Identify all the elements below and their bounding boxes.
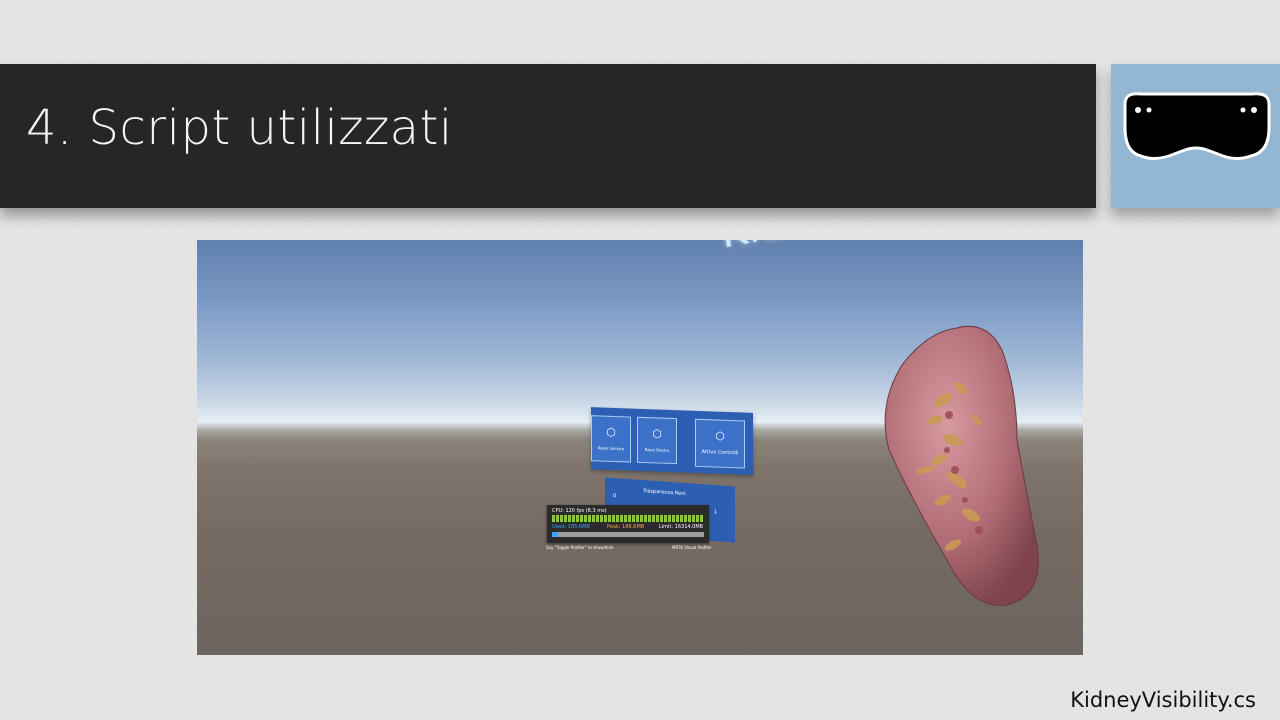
logo-box xyxy=(1111,64,1280,208)
hololens-headset-icon xyxy=(1123,92,1271,160)
right-kidney-button[interactable]: ⬡ Rene Destro xyxy=(637,416,677,465)
slider-min-label: 0 xyxy=(613,493,617,500)
cube-icon: ⬡ xyxy=(606,425,616,440)
kidney-model xyxy=(884,325,1039,606)
visual-profiler: CPU: 120 fps (8.3 ms) Used: 185.6MB Peak… xyxy=(547,505,709,543)
profiler-name: MRTK Visual Profiler xyxy=(672,545,712,550)
cube-icon: ⬡ xyxy=(715,429,725,443)
frame-meter xyxy=(552,515,704,522)
memory-bar xyxy=(552,532,704,537)
kidney-menu-panel: ⬡ Rene Sinistro ⬡ Rene Destro ⬡ Attiva C… xyxy=(591,407,753,475)
toggle-controls-button[interactable]: ⬡ Attiva Controlli xyxy=(695,418,745,469)
profiler-peak: Peak: 186.6MB xyxy=(607,524,645,530)
app-screenshot: KidneyViewe ⬡ Rene Sinistro ⬡ Rene Destr… xyxy=(197,240,1083,655)
profiler-limit: Limit: 16314.0MB xyxy=(659,524,704,530)
left-kidney-button[interactable]: ⬡ Rene Sinistro xyxy=(591,415,631,463)
profiler-used: Used: 185.6MB xyxy=(552,524,590,530)
slider-max-label: 1 xyxy=(713,509,717,516)
cube-icon: ⬡ xyxy=(652,427,662,441)
script-filename: KidneyVisibility.cs xyxy=(1070,688,1256,712)
transparency-title: Trasparenza Reni xyxy=(643,488,686,498)
profiler-cpu: CPU: 120 fps (8.3 ms) xyxy=(552,508,607,514)
slide-title: 4. Script utilizzati xyxy=(26,100,453,156)
profiler-hint: Say "Toggle Profiler" to show/hide xyxy=(546,545,614,550)
memory-bar-fill xyxy=(552,532,559,537)
app-watermark-title: KidneyViewe xyxy=(717,240,982,257)
